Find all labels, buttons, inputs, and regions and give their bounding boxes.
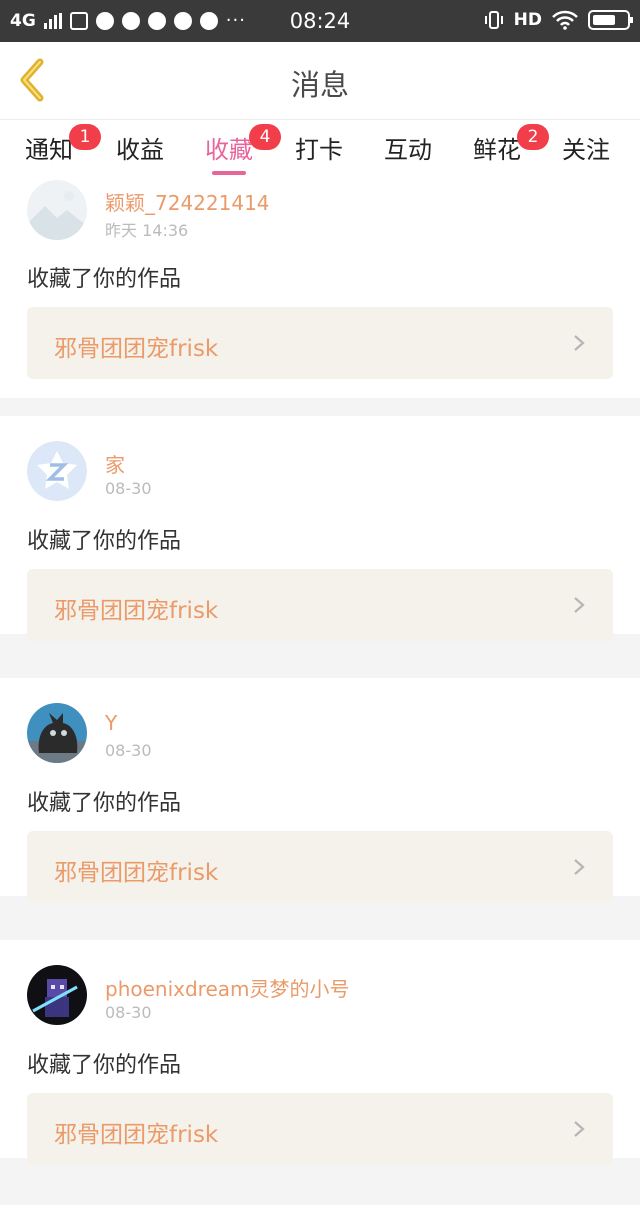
tab-label: 鲜花 [473, 136, 521, 164]
tab-interaction[interactable]: 互动 [384, 130, 432, 165]
landscape-avatar-image [27, 180, 87, 240]
notification-badge: 2 [517, 124, 549, 150]
tab-label: 互动 [384, 136, 432, 164]
work-title: 邪骨团团宠frisk [54, 1122, 219, 1148]
chevron-right-icon [574, 335, 585, 351]
action-text: 收藏了你的作品 [27, 791, 182, 816]
message-card: 颖颖_724221414 昨天 14:36 收藏了你的作品 邪骨团团宠frisk [0, 176, 640, 398]
vibrate-icon [484, 11, 503, 29]
tab-following[interactable]: 关注 [562, 130, 610, 165]
tab-label: 打卡 [295, 136, 343, 164]
status-bar: 4G ··· 08:24 HD [0, 0, 640, 42]
avatar[interactable] [27, 965, 87, 1025]
header: 消息 [0, 42, 640, 120]
action-text: 收藏了你的作品 [27, 267, 182, 292]
username[interactable]: 家 [105, 449, 125, 478]
tab-notifications[interactable]: 通知 1 [25, 124, 101, 165]
username[interactable]: Y [105, 711, 117, 735]
work-link[interactable]: 邪骨团团宠frisk [27, 831, 613, 903]
action-text: 收藏了你的作品 [27, 529, 182, 554]
tab-label: 通知 [25, 136, 73, 164]
work-link[interactable]: 邪骨团团宠frisk [27, 1093, 613, 1165]
chevron-right-icon [574, 859, 585, 875]
default-z-avatar-image [27, 441, 87, 501]
wifi-icon [552, 10, 578, 30]
active-tab-indicator [212, 171, 246, 175]
page-title: 消息 [290, 68, 349, 102]
work-title: 邪骨团团宠frisk [54, 860, 219, 886]
username[interactable]: 颖颖_724221414 [105, 187, 270, 216]
message-time: 08-30 [105, 479, 152, 498]
work-title: 邪骨团团宠frisk [54, 598, 219, 624]
avatar[interactable] [27, 703, 87, 763]
notification-badge: 4 [249, 124, 281, 150]
status-right: HD [484, 10, 633, 30]
avatar[interactable] [27, 180, 87, 240]
message-time: 08-30 [105, 1003, 152, 1022]
message-card: phoenixdream灵梦的小号 08-30 收藏了你的作品 邪骨团团宠fri… [0, 940, 640, 1165]
avatar[interactable] [27, 441, 87, 501]
chevron-right-icon [574, 1121, 585, 1137]
tab-favorites[interactable]: 收藏 4 [205, 124, 281, 175]
battery-icon [588, 10, 633, 30]
notification-badge: 1 [69, 124, 101, 150]
work-link[interactable]: 邪骨团团宠frisk [27, 307, 613, 379]
hd-label: HD [513, 10, 542, 30]
tab-checkin[interactable]: 打卡 [295, 130, 343, 165]
tab-flowers[interactable]: 鲜花 2 [473, 124, 549, 165]
action-text: 收藏了你的作品 [27, 1053, 182, 1078]
tab-label: 收藏 [205, 136, 253, 164]
message-time: 昨天 14:36 [105, 221, 189, 240]
message-time: 08-30 [105, 741, 152, 760]
chevron-right-icon [574, 597, 585, 613]
work-title: 邪骨团团宠frisk [54, 336, 219, 362]
pixel-character-avatar-image [27, 965, 87, 1025]
username[interactable]: phoenixdream灵梦的小号 [105, 973, 350, 1002]
message-card: 家 08-30 收藏了你的作品 邪骨团团宠frisk [0, 416, 640, 641]
work-link[interactable]: 邪骨团团宠frisk [27, 569, 613, 641]
black-cat-avatar-image [27, 703, 87, 763]
tab-label: 关注 [562, 136, 610, 164]
tab-earnings[interactable]: 收益 [116, 130, 164, 165]
message-card: Y 08-30 收藏了你的作品 邪骨团团宠frisk [0, 678, 640, 903]
tab-label: 收益 [116, 136, 164, 164]
tab-bar: 通知 1 收益 收藏 4 打卡 互动 鲜花 2 关注 [0, 120, 640, 176]
